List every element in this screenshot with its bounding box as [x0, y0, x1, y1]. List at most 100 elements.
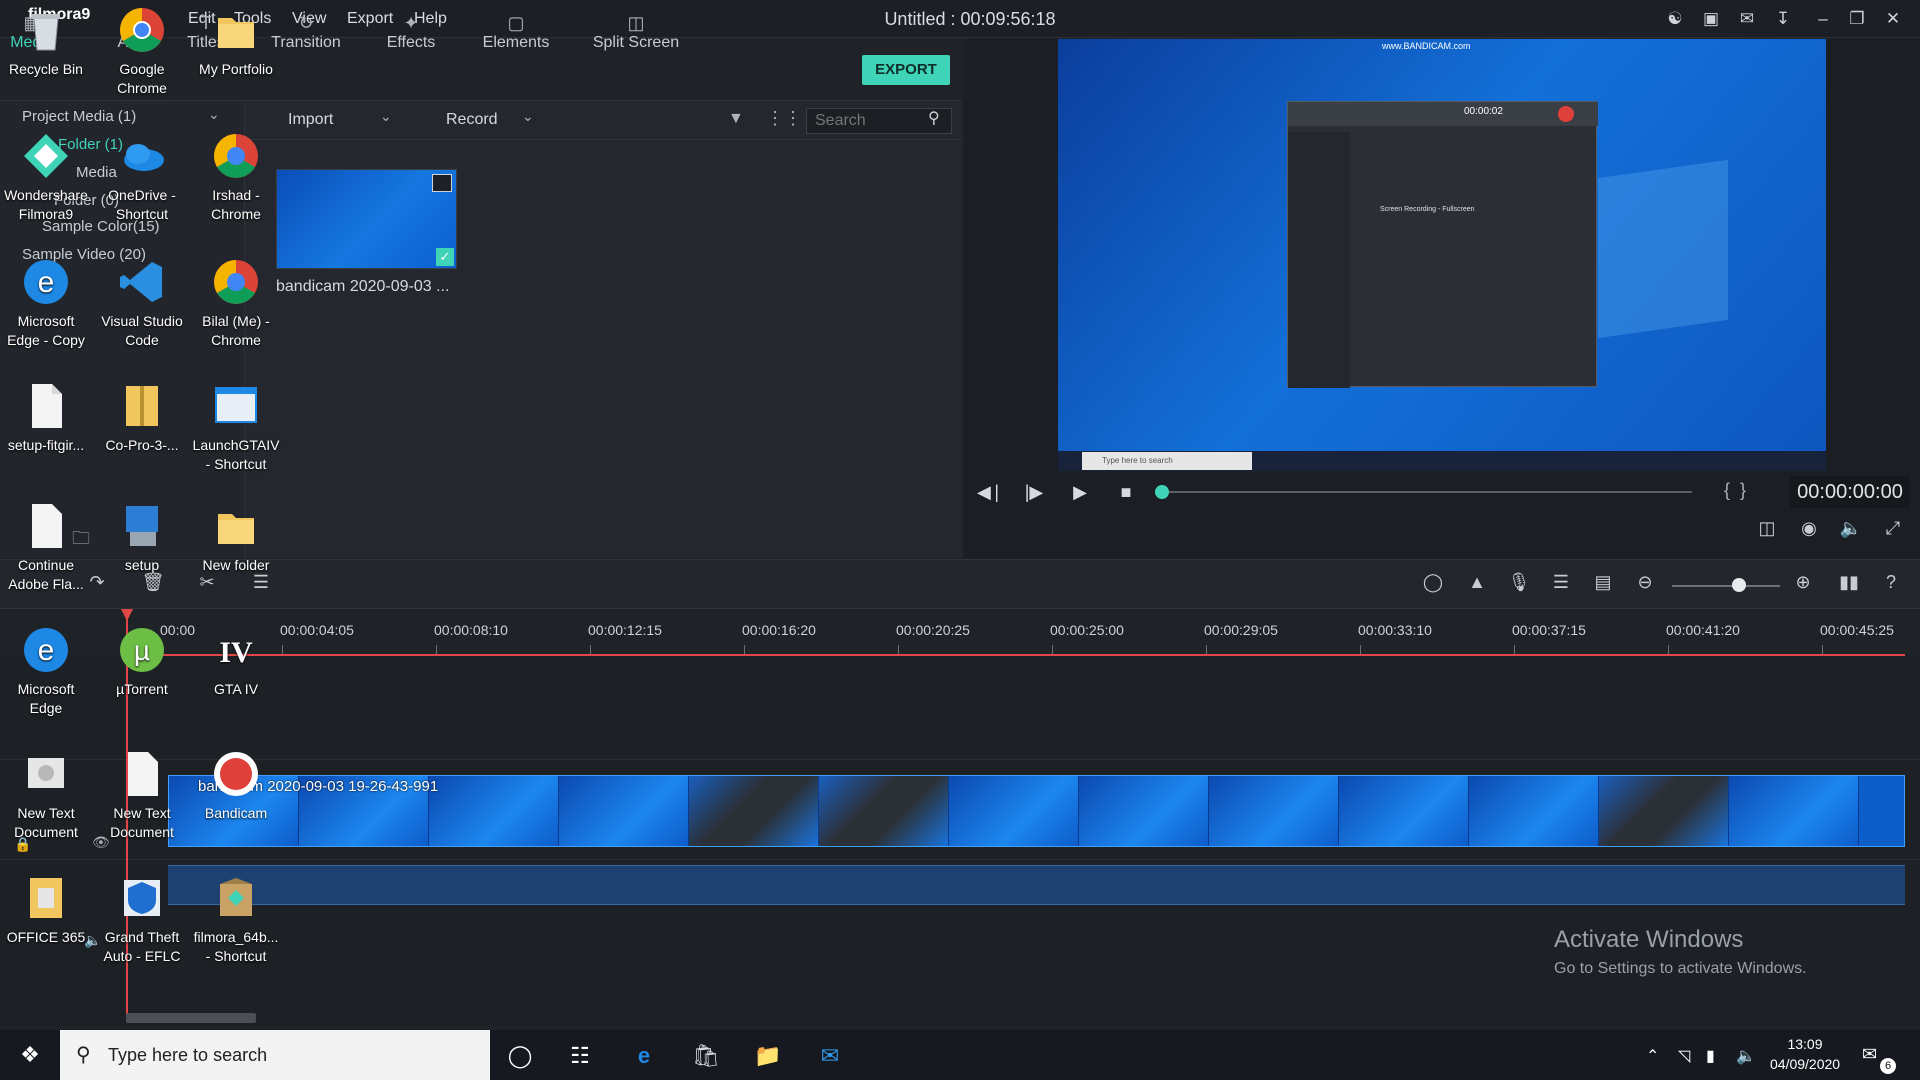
render-icon[interactable]: ◯: [1420, 572, 1446, 593]
svg-text:e: e: [38, 634, 55, 667]
grid-view-icon[interactable]: ⋮⋮: [766, 108, 802, 129]
search-input[interactable]: [815, 112, 925, 130]
desktop-icon[interactable]: Bandicam: [190, 748, 282, 823]
mail-icon[interactable]: ✉: [1736, 8, 1758, 30]
account-icon[interactable]: ☯: [1664, 8, 1686, 30]
tab-split-screen[interactable]: ◫ Split Screen: [588, 12, 684, 52]
speaker-icon[interactable]: 🔈: [1736, 1046, 1756, 1066]
mail-icon[interactable]: ✉: [812, 1038, 848, 1074]
desktop-icon[interactable]: OneDrive - Shortcut: [96, 130, 188, 224]
scrub-track[interactable]: [1162, 491, 1692, 493]
chevron-down-icon[interactable]: ⌄: [208, 106, 220, 123]
file-icon: [128, 752, 158, 796]
import-chevron-icon[interactable]: ⌄: [380, 108, 392, 125]
record-chevron-icon[interactable]: ⌄: [522, 108, 534, 125]
volume-icon[interactable]: 🔈: [1838, 518, 1864, 539]
edge-icon: e: [24, 628, 68, 672]
delete-icon[interactable]: 🗑: [140, 572, 166, 593]
activate-windows-title: Activate Windows: [1554, 926, 1744, 953]
svg-text:IV: IV: [219, 636, 253, 669]
desktop-icon[interactable]: Co-Pro-3-...: [96, 380, 188, 455]
stop-icon[interactable]: ■: [1114, 482, 1138, 503]
desktop-icon[interactable]: Google Chrome: [96, 4, 188, 98]
media-thumbnail[interactable]: ✓: [276, 169, 457, 269]
save-icon[interactable]: ▣: [1700, 8, 1722, 30]
file-explorer-icon[interactable]: 📁: [750, 1038, 786, 1074]
fit-icon[interactable]: ▤: [1590, 572, 1616, 593]
store-icon[interactable]: 🛍: [688, 1038, 724, 1074]
tab-elements[interactable]: ▢ Elements: [476, 12, 556, 52]
mixer-icon[interactable]: ☰: [1548, 572, 1574, 593]
ruler-tick-label: 00:00:45:25: [1820, 622, 1894, 638]
desktop-icon[interactable]: Wondershare Filmora9: [0, 130, 92, 224]
tab-effects[interactable]: ✦ Effects: [376, 12, 446, 52]
desktop-icon[interactable]: µ µTorrent: [96, 624, 188, 699]
desktop-icon[interactable]: filmora_64b... - Shortcut: [190, 872, 282, 966]
help-icon[interactable]: ?: [1878, 572, 1904, 593]
filter-icon[interactable]: ▼: [728, 110, 744, 128]
desktop-icon[interactable]: New folder: [190, 500, 282, 575]
record-button[interactable]: Record: [446, 111, 498, 129]
zoom-in-icon[interactable]: ⊕: [1790, 572, 1816, 593]
desktop-icon[interactable]: OFFICE 365: [0, 872, 92, 947]
desktop-icon[interactable]: Recycle Bin: [0, 4, 92, 79]
desktop-icon[interactable]: Irshad - Chrome: [190, 130, 282, 224]
clip-frame: [1599, 776, 1729, 846]
import-button[interactable]: Import: [288, 111, 333, 129]
desktop-icon[interactable]: Bilal (Me) - Chrome: [190, 256, 282, 350]
tray-chevron-up-icon[interactable]: ⌃: [1646, 1046, 1659, 1066]
play-icon[interactable]: ▶: [1068, 482, 1092, 503]
ruler-tick-label: 00:00:04:05: [280, 622, 354, 638]
task-view-icon[interactable]: ☷: [562, 1038, 598, 1074]
zoom-slider[interactable]: [1672, 585, 1780, 587]
fullscreen-icon[interactable]: ⤢: [1880, 518, 1906, 539]
cortana-icon[interactable]: ◯: [502, 1038, 538, 1074]
edge-icon[interactable]: e: [626, 1038, 662, 1074]
desktop-icon[interactable]: Visual Studio Code: [96, 256, 188, 350]
layout-icon[interactable]: ▮▮: [1836, 572, 1862, 593]
battery-icon[interactable]: ▮: [1706, 1046, 1715, 1066]
scrub-handle[interactable]: [1155, 485, 1169, 499]
timeline-scrollbar[interactable]: [126, 1013, 256, 1023]
close-icon[interactable]: ✕: [1882, 8, 1904, 30]
window-title: Untitled : 00:09:56:18: [884, 9, 1056, 29]
desktop-icon[interactable]: New Text Document: [0, 748, 92, 842]
snapshot-icon[interactable]: ◉: [1796, 518, 1822, 539]
marker-icon[interactable]: ▲: [1464, 572, 1490, 593]
ruler-tick-label: 00:00:29:05: [1204, 622, 1278, 638]
desktop-icon[interactable]: e Microsoft Edge - Copy: [0, 256, 92, 350]
notification-icon[interactable]: ✉: [1862, 1044, 1877, 1065]
desktop-icon[interactable]: Continue Adobe Fla...: [0, 500, 92, 594]
ruler-tick-label: 00:00:16:20: [742, 622, 816, 638]
display-settings-icon[interactable]: ◫: [1754, 518, 1780, 539]
play-back-icon[interactable]: |▶: [1022, 482, 1046, 503]
minimize-icon[interactable]: –: [1812, 8, 1834, 30]
audio-clip[interactable]: [168, 865, 1905, 905]
sidebar-item-project-media[interactable]: Project Media (1): [22, 108, 136, 125]
desktop-icon[interactable]: setup-fitgir...: [0, 380, 92, 455]
desktop-icon[interactable]: My Portfolio: [190, 4, 282, 79]
network-icon[interactable]: ◹: [1678, 1046, 1690, 1066]
zoom-slider-handle[interactable]: [1732, 578, 1746, 592]
restore-icon[interactable]: ❐: [1846, 8, 1868, 30]
bandicam-sidebar: [1288, 132, 1350, 388]
zoom-out-icon[interactable]: ⊖: [1632, 572, 1658, 593]
desktop-icon[interactable]: Grand Theft Auto - EFLC: [96, 872, 188, 966]
taskbar-clock[interactable]: 13:09 04/09/2020: [1770, 1034, 1840, 1074]
export-button[interactable]: EXPORT: [862, 55, 950, 85]
adjust-icon[interactable]: ☰: [248, 572, 274, 593]
taskbar-search[interactable]: ⚲ Type here to search: [60, 1030, 490, 1080]
prev-frame-icon[interactable]: ◀ |: [976, 482, 1000, 503]
download-icon[interactable]: ↧: [1772, 8, 1794, 30]
search-icon[interactable]: ⚲: [928, 108, 940, 128]
mark-in-out-icon[interactable]: { }: [1724, 480, 1746, 501]
cut-icon[interactable]: ✂: [194, 572, 220, 593]
desktop-icon[interactable]: IV GTA IV: [190, 624, 282, 699]
desktop-icon[interactable]: New Text Document: [96, 748, 188, 842]
microphone-icon[interactable]: 🎙: [1506, 572, 1532, 593]
desktop-icon[interactable]: e Microsoft Edge: [0, 624, 92, 718]
chrome-profile-icon: [214, 134, 258, 178]
windows-start-icon[interactable]: ❖: [0, 1030, 60, 1080]
desktop-icon[interactable]: LaunchGTAIV - Shortcut: [190, 380, 282, 474]
desktop-icon[interactable]: setup: [96, 500, 188, 575]
